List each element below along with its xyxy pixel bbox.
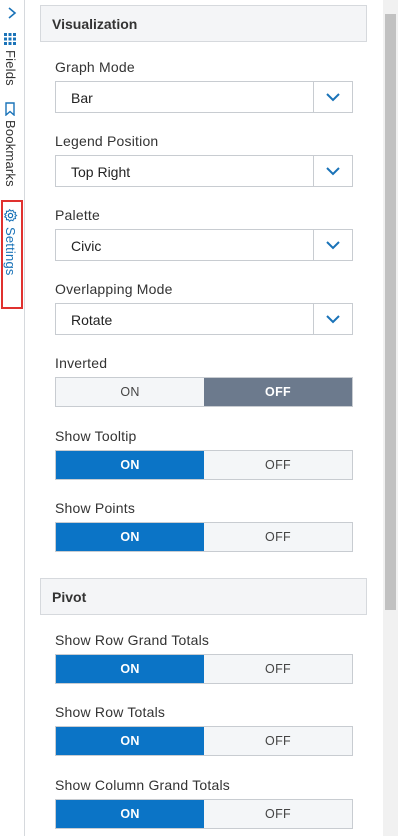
tab-fields[interactable]: Fields: [3, 32, 18, 86]
select-divider: [313, 230, 314, 260]
palette-value: Civic: [71, 238, 102, 254]
select-divider: [313, 82, 314, 112]
section-pivot-header[interactable]: Pivot: [40, 578, 367, 615]
overlapping-mode-select[interactable]: Rotate: [55, 303, 353, 335]
show-points-off-button[interactable]: OFF: [204, 523, 352, 551]
show-column-grand-totals-label: Show Column Grand Totals: [55, 777, 230, 793]
bookmark-icon: [5, 102, 16, 116]
chevron-right-icon[interactable]: [5, 6, 19, 20]
show-points-toggle[interactable]: ON OFF: [55, 522, 353, 552]
show-row-grand-totals-toggle[interactable]: ON OFF: [55, 654, 353, 684]
inverted-on-button[interactable]: ON: [56, 378, 204, 406]
palette-select[interactable]: Civic: [55, 229, 353, 261]
side-rail: Fields Bookmarks Settings: [0, 0, 25, 836]
show-points-label: Show Points: [55, 500, 136, 516]
show-row-totals-off-button[interactable]: OFF: [204, 727, 352, 755]
scrollbar-thumb[interactable]: [385, 14, 396, 610]
palette-label: Palette: [55, 207, 100, 223]
chevron-down-icon[interactable]: [325, 314, 341, 324]
tab-bookmarks[interactable]: Bookmarks: [3, 102, 18, 187]
show-row-totals-on-button[interactable]: ON: [56, 727, 204, 755]
select-divider: [313, 156, 314, 186]
tab-bookmarks-label: Bookmarks: [3, 120, 18, 187]
show-row-grand-totals-on-button[interactable]: ON: [56, 655, 204, 683]
show-row-totals-label: Show Row Totals: [55, 704, 166, 720]
overlapping-mode-value: Rotate: [71, 312, 113, 328]
show-row-grand-totals-label: Show Row Grand Totals: [55, 632, 210, 648]
show-tooltip-label: Show Tooltip: [55, 428, 137, 444]
show-tooltip-off-button[interactable]: OFF: [204, 451, 352, 479]
inverted-label: Inverted: [55, 355, 108, 371]
graph-mode-label: Graph Mode: [55, 59, 135, 75]
section-visualization-header[interactable]: Visualization: [40, 5, 367, 42]
vertical-scrollbar[interactable]: [383, 0, 398, 836]
legend-position-label: Legend Position: [55, 133, 159, 149]
settings-panel: Visualization Graph Mode Bar Legend Posi…: [25, 0, 383, 836]
chevron-down-icon[interactable]: [325, 240, 341, 250]
show-tooltip-toggle[interactable]: ON OFF: [55, 450, 353, 480]
graph-mode-select[interactable]: Bar: [55, 81, 353, 113]
inverted-toggle[interactable]: ON OFF: [55, 377, 353, 407]
show-column-grand-totals-on-button[interactable]: ON: [56, 800, 204, 828]
overlapping-mode-label: Overlapping Mode: [55, 281, 173, 297]
grid-icon: [4, 33, 17, 45]
graph-mode-value: Bar: [71, 90, 93, 106]
show-row-grand-totals-off-button[interactable]: OFF: [204, 655, 352, 683]
select-divider: [313, 304, 314, 334]
show-column-grand-totals-toggle[interactable]: ON OFF: [55, 799, 353, 829]
chevron-down-icon[interactable]: [325, 166, 341, 176]
show-row-totals-toggle[interactable]: ON OFF: [55, 726, 353, 756]
show-points-on-button[interactable]: ON: [56, 523, 204, 551]
inverted-off-button[interactable]: OFF: [204, 378, 352, 406]
show-column-grand-totals-off-button[interactable]: OFF: [204, 800, 352, 828]
legend-position-value: Top Right: [71, 164, 131, 180]
chevron-down-icon[interactable]: [325, 92, 341, 102]
legend-position-select[interactable]: Top Right: [55, 155, 353, 187]
tab-fields-label: Fields: [3, 50, 18, 86]
settings-highlight-box: [1, 200, 23, 309]
show-tooltip-on-button[interactable]: ON: [56, 451, 204, 479]
